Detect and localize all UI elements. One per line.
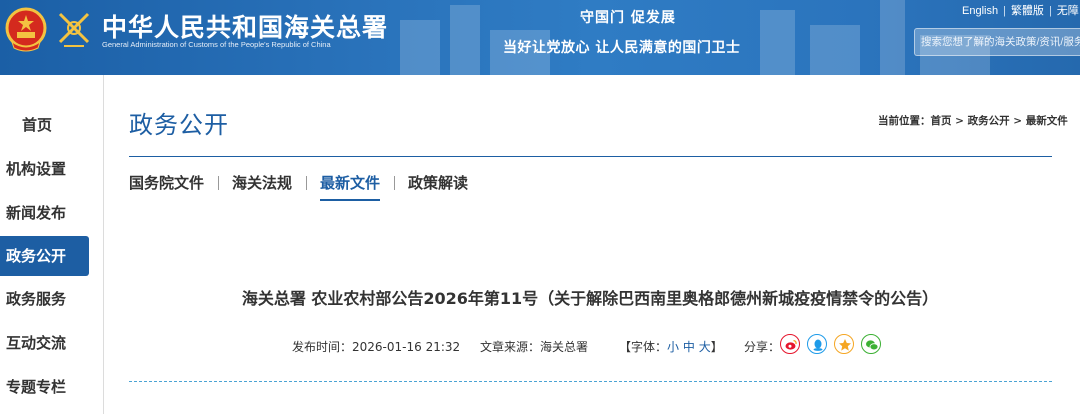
qzone-icon[interactable] xyxy=(834,334,854,354)
tab-policy-interpretation[interactable]: 政策解读 xyxy=(394,173,482,201)
breadcrumb-prefix: 当前位置： xyxy=(878,115,931,127)
article-divider xyxy=(129,381,1052,382)
article-title: 海关总署 农业农村部公告2026年第11号（关于解除巴西南里奥格郎德州新城疫疫情… xyxy=(241,289,939,308)
breadcrumb-separator: > xyxy=(1009,115,1026,127)
font-close: 】 xyxy=(710,340,723,354)
font-size-control: 【字体：小 中 大】 xyxy=(619,338,723,355)
customs-badge-icon xyxy=(58,12,90,47)
site-header: 中华人民共和国海关总署 General Administration of Cu… xyxy=(0,0,1080,75)
accessible-link[interactable]: 无障 xyxy=(1057,5,1079,17)
breadcrumb: 当前位置：首页 > 政务公开 > 最新文件 xyxy=(878,113,1068,128)
tab-label: 海关法规 xyxy=(232,174,293,192)
tab-latest-documents[interactable]: 最新文件 xyxy=(306,173,394,201)
breadcrumb-separator: > xyxy=(951,115,968,127)
english-link[interactable]: English xyxy=(962,5,998,17)
font-small-button[interactable]: 小 xyxy=(667,340,679,354)
tab-label: 最新文件 xyxy=(320,174,381,192)
active-tab-indicator xyxy=(320,199,381,201)
nav-item-interaction[interactable]: 互动交流 xyxy=(0,323,89,363)
publish-time: 发布时间：2026-01-16 21:32 xyxy=(292,338,460,355)
separator: | xyxy=(1048,5,1052,17)
nav-item-home[interactable]: 首页 xyxy=(0,105,89,145)
breadcrumb-government-affairs[interactable]: 政务公开 xyxy=(968,115,1010,127)
traditional-chinese-link[interactable]: 繁體版 xyxy=(1011,5,1044,17)
tab-label: 政策解读 xyxy=(408,174,469,192)
breadcrumb-home[interactable]: 首页 xyxy=(931,115,952,127)
nav-item-government-affairs[interactable]: 政务公开 xyxy=(0,236,89,276)
share-buttons xyxy=(780,334,888,354)
source-label: 文章来源： xyxy=(480,340,541,354)
language-links: English | 繁體版 | 无障 xyxy=(962,2,1079,18)
separator: | xyxy=(1003,5,1006,17)
nav-item-news[interactable]: 新闻发布 xyxy=(0,193,89,233)
wechat-icon[interactable] xyxy=(861,334,881,354)
share-label: 分享： xyxy=(744,340,781,354)
qq-icon[interactable] xyxy=(807,334,827,354)
tab-customs-regulations[interactable]: 海关法规 xyxy=(218,173,306,201)
nav-item-organization[interactable]: 机构设置 xyxy=(0,149,89,189)
national-emblem-icon xyxy=(5,7,47,52)
article-source: 文章来源：海关总署 xyxy=(480,338,588,355)
slogan-line-2: 当好让党放心 让人民满意的国门卫士 xyxy=(503,40,741,56)
font-medium-button[interactable]: 中 xyxy=(683,340,695,354)
source-value: 海关总署 xyxy=(540,340,589,354)
search-input[interactable] xyxy=(914,28,1080,56)
publish-time-value: 2026-01-16 21:32 xyxy=(352,340,461,354)
heading-divider xyxy=(129,156,1052,157)
font-large-button[interactable]: 大 xyxy=(699,340,711,354)
page-title: 政务公开 xyxy=(129,111,229,139)
publish-label: 发布时间： xyxy=(292,340,353,354)
breadcrumb-latest-documents[interactable]: 最新文件 xyxy=(1026,115,1068,127)
tab-state-council-documents[interactable]: 国务院文件 xyxy=(129,173,218,201)
font-label: 【字体： xyxy=(619,340,668,354)
site-subtitle: General Administration of Customs of the… xyxy=(102,40,331,49)
weibo-icon[interactable] xyxy=(780,334,800,354)
category-tabs: 国务院文件 海关法规 最新文件 政策解读 xyxy=(129,173,482,203)
site-title[interactable]: 中华人民共和国海关总署 xyxy=(102,8,388,44)
slogan-line-1: 守国门 促发展 xyxy=(580,10,676,26)
nav-item-special-topics[interactable]: 专题专栏 xyxy=(0,367,89,407)
side-navigation: 首页 机构设置 新闻发布 政务公开 政务服务 互动交流 专题专栏 xyxy=(0,75,104,414)
tab-label: 国务院文件 xyxy=(129,174,205,192)
